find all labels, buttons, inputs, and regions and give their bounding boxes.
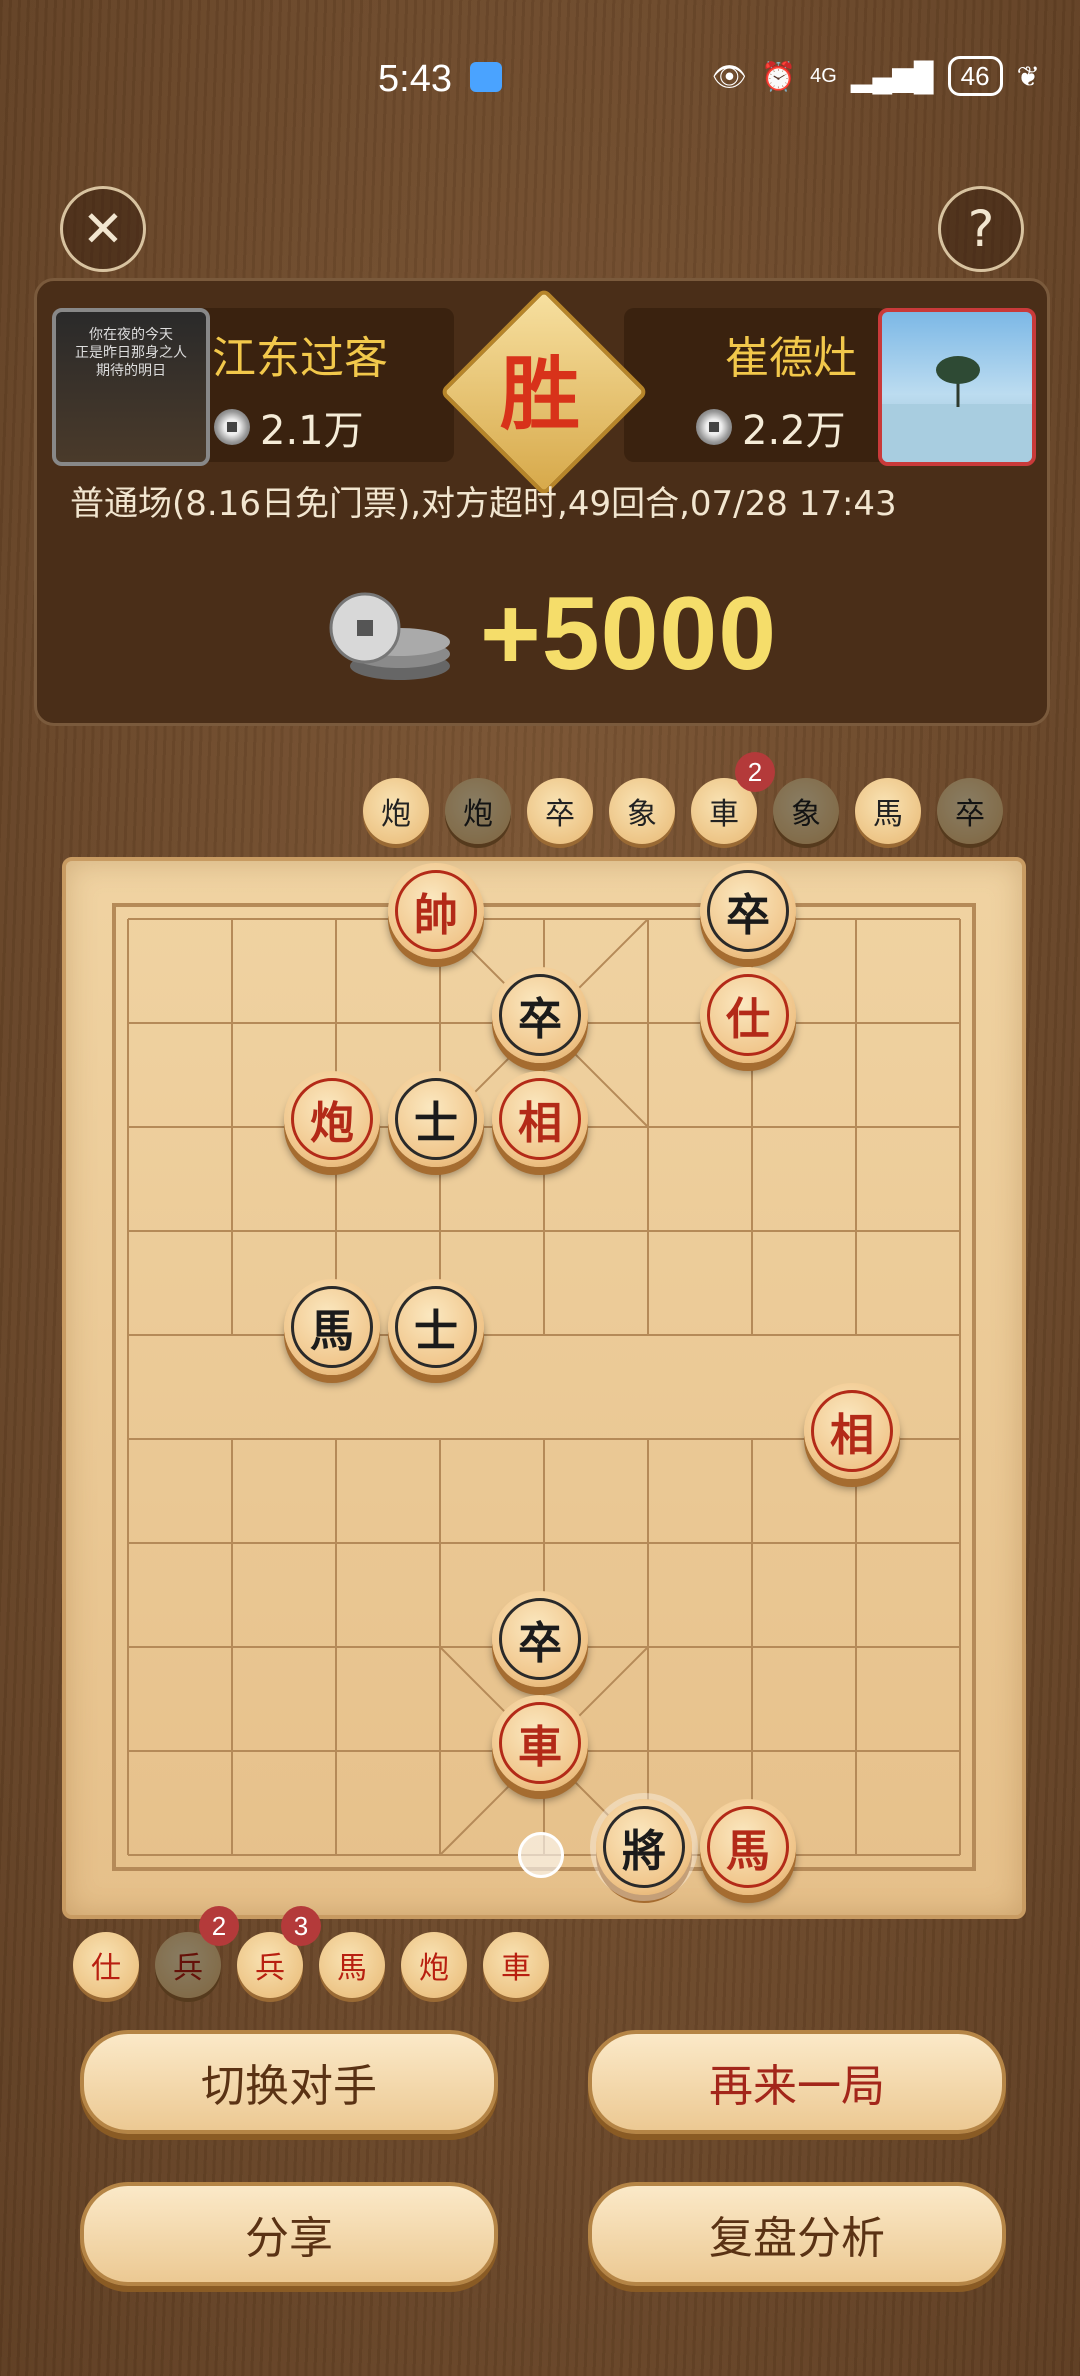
piece-label: 卒 (499, 974, 581, 1056)
help-button[interactable]: ? (938, 186, 1024, 272)
close-button[interactable]: ✕ (60, 186, 146, 272)
left-player-coins: 2.1万 (214, 398, 364, 456)
play-again-button[interactable]: 再来一局 (588, 2030, 1006, 2134)
piece-label: 將 (603, 1806, 685, 1888)
captured-piece: 馬 (855, 778, 921, 844)
network-label: 4G (810, 64, 837, 87)
close-icon: ✕ (82, 200, 124, 258)
captured-piece: 馬 (319, 1932, 385, 1998)
avatar-text-line: 期待的明日 (96, 363, 166, 379)
help-icon: ? (967, 200, 995, 258)
left-player-name: 江东过客 (212, 333, 388, 384)
chess-piece[interactable]: 仕 (700, 967, 796, 1063)
piece-label: 仕 (707, 974, 789, 1056)
chess-piece[interactable]: 炮 (284, 1071, 380, 1167)
captured-piece: 象 (773, 778, 839, 844)
chess-piece[interactable]: 卒 (492, 967, 588, 1063)
right-player-name: 崔德灶 (725, 333, 857, 384)
chess-piece[interactable]: 馬 (700, 1799, 796, 1895)
avatar-text-line: 正是昨日那身之人 (75, 345, 187, 361)
reward-amount: +5000 (480, 576, 778, 692)
coin-icon (214, 409, 250, 445)
captured-piece: 象 (609, 778, 675, 844)
piece-label: 卒 (707, 870, 789, 952)
capture-count-badge: 3 (281, 1906, 321, 1946)
battery-indicator: 46 (947, 56, 1003, 96)
chess-piece[interactable]: 帥 (388, 863, 484, 959)
move-target-marker[interactable] (518, 1832, 564, 1878)
captured-piece: 仕 (73, 1932, 139, 1998)
win-badge: 胜 (500, 347, 580, 441)
piece-label: 卒 (499, 1598, 581, 1680)
share-button[interactable]: 分享 (80, 2182, 498, 2286)
piece-label: 士 (395, 1078, 477, 1160)
captured-piece: 炮 (363, 778, 429, 844)
coin-stack-icon (329, 592, 450, 680)
piece-label: 車 (499, 1702, 581, 1784)
captured-piece: 卒 (527, 778, 593, 844)
chess-piece[interactable]: 相 (804, 1383, 900, 1479)
piece-label: 馬 (291, 1286, 373, 1368)
alarm-icon: ⏰ (761, 60, 797, 92)
piece-label: 馬 (707, 1806, 789, 1888)
left-coin-value: 2.1万 (260, 408, 364, 454)
switch-opponent-button[interactable]: 切换对手 (80, 2030, 498, 2134)
weather-icon (470, 62, 502, 92)
right-coin-value: 2.2万 (742, 408, 846, 454)
avatar-text-line: 你在夜的今天 (89, 327, 173, 343)
chess-piece[interactable]: 車 (492, 1695, 588, 1791)
chess-piece[interactable]: 馬 (284, 1279, 380, 1375)
chess-piece[interactable]: 士 (388, 1071, 484, 1167)
capture-count-badge: 2 (199, 1906, 239, 1946)
capture-count-badge: 2 (735, 752, 775, 792)
piece-label: 相 (811, 1390, 893, 1472)
status-bar: 5:43 👁 ⏰ 4G ▂▄▆█ 46 ❦ (0, 0, 1080, 160)
piece-label: 炮 (291, 1078, 373, 1160)
chess-piece[interactable]: 卒 (700, 863, 796, 959)
review-analysis-button[interactable]: 复盘分析 (588, 2182, 1006, 2286)
tree-image (882, 356, 1032, 462)
piece-label: 士 (395, 1286, 477, 1368)
status-time: 5:43 (378, 58, 452, 100)
chess-piece[interactable]: 卒 (492, 1591, 588, 1687)
status-icons: 👁 ⏰ 4G ▂▄▆█ 46 ❦ (712, 56, 1040, 96)
chess-piece[interactable]: 士 (388, 1279, 484, 1375)
chess-piece[interactable]: 相 (492, 1071, 588, 1167)
leaf-icon: ❦ (1016, 60, 1040, 92)
piece-label: 相 (499, 1078, 581, 1160)
captured-piece: 車 (483, 1932, 549, 1998)
right-player-avatar[interactable] (878, 308, 1036, 466)
left-player-avatar[interactable]: 你在夜的今天 正是昨日那身之人 期待的明日 (52, 308, 210, 466)
captured-piece: 炮 (445, 778, 511, 844)
captured-piece: 炮 (401, 1932, 467, 1998)
signal-icon: ▂▄▆█ (850, 60, 934, 92)
captured-piece: 卒 (937, 778, 1003, 844)
chess-piece[interactable]: 將 (596, 1799, 692, 1895)
right-player-coins: 2.2万 (696, 398, 846, 456)
piece-label: 帥 (395, 870, 477, 952)
eye-icon: 👁 (711, 60, 748, 92)
match-info: 普通场(8.16日免门票),对方超时,49回合,07/28 17:43 (70, 484, 897, 524)
coin-icon (696, 409, 732, 445)
